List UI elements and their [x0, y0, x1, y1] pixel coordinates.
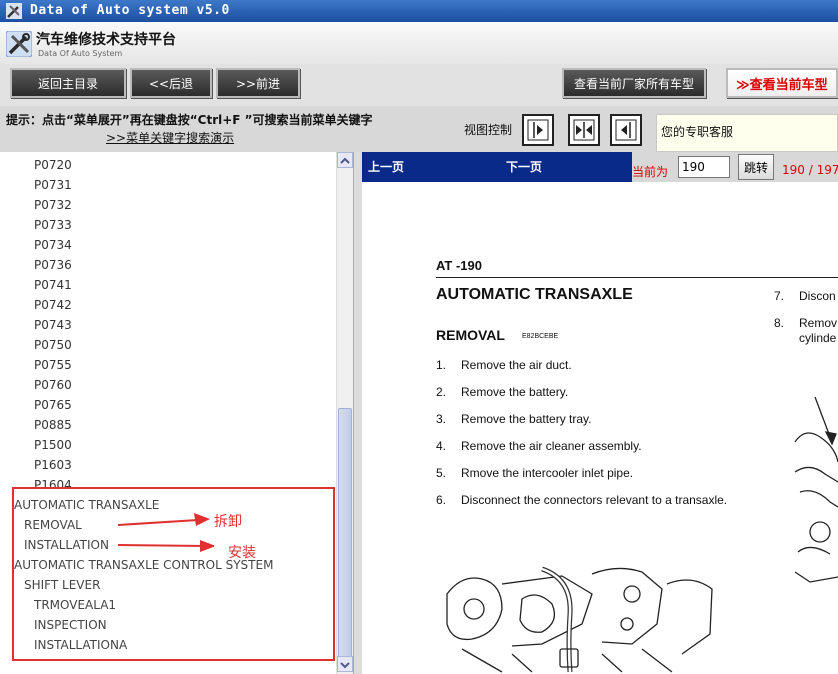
page-nav-bar: 上一页 下一页 当前为 跳转 190 / 197: [362, 152, 838, 182]
expand-left-button[interactable]: [610, 114, 642, 146]
step-text: Remove the air duct.: [461, 358, 572, 372]
tree-item-code[interactable]: P0731: [34, 178, 72, 192]
hint-text: 提示：点击“菜单展开”再在键盘按“Ctrl+F ”可搜索当前菜单关键字: [6, 113, 373, 127]
arrow-left-icon: [615, 119, 637, 141]
tree-item-code[interactable]: P0755: [34, 358, 72, 372]
current-page-label: 当前为: [632, 165, 669, 179]
menu-tree-panel: P0720 P0731 P0732 P0733 P0734 P0736 P074…: [0, 152, 354, 674]
tree-scrollbar[interactable]: [336, 152, 353, 674]
window-title: Data of Auto system v5.0: [30, 3, 230, 18]
back-button[interactable]: <<后退: [130, 68, 212, 98]
expand-right-button[interactable]: [522, 114, 554, 146]
home-button[interactable]: 返回主目录: [10, 68, 126, 98]
step-text: Remove the air cleaner assembly.: [461, 439, 642, 453]
step-number: 4.: [436, 439, 447, 453]
step-text: Remove the battery.: [461, 385, 569, 399]
step-number: 1.: [436, 358, 447, 372]
step-text: Remove the battery tray.: [461, 412, 592, 426]
app-header: 汽车维修技术支持平台 Data Of Auto System: [0, 22, 838, 65]
tree-item-code[interactable]: P0743: [34, 318, 72, 332]
doc-page-header: AT -190: [436, 258, 482, 273]
all-models-button[interactable]: 查看当前厂家所有车型: [562, 68, 706, 98]
scroll-up-arrow[interactable]: [337, 152, 353, 168]
step-number: 8.: [774, 316, 785, 330]
tree-item-code[interactable]: P1603: [34, 458, 72, 472]
scroll-down-arrow[interactable]: [337, 656, 353, 672]
toolbar: 返回主目录 <<后退 >>前进 查看当前厂家所有车型 ≫查看当前车型: [0, 64, 838, 107]
forward-button[interactable]: >>前进: [216, 68, 300, 98]
step-number: 6.: [436, 493, 447, 507]
page-number-input[interactable]: [678, 156, 730, 178]
app-name: 汽车维修技术支持平台: [36, 32, 176, 48]
tree-item-code[interactable]: P0734: [34, 238, 72, 252]
step-number: 3.: [436, 412, 447, 426]
next-page-link[interactable]: 下一页: [506, 158, 542, 175]
tree-item-code[interactable]: P0741: [34, 278, 72, 292]
annotation-arrows: [118, 513, 214, 552]
tree-item-code[interactable]: P0885: [34, 418, 72, 432]
chevron-up-icon: [340, 157, 350, 164]
panel-splitter[interactable]: [354, 152, 362, 674]
step-number: 5.: [436, 466, 447, 480]
tree-item-code[interactable]: P0742: [34, 298, 72, 312]
tree-item-code[interactable]: P0720: [34, 158, 72, 172]
step-number: 7.: [774, 289, 785, 303]
page-control: 当前为 跳转 190 / 197: [632, 152, 838, 182]
document-viewer: AT -190 AUTOMATIC TRANSAXLE REMOVAL E82B…: [362, 182, 838, 674]
tools-logo-icon: [6, 31, 32, 57]
doc-section-code: E82BCEBE: [522, 333, 559, 340]
tree-item-code[interactable]: P0750: [34, 338, 72, 352]
support-box: 您的专职客服: [656, 114, 838, 152]
jump-button[interactable]: 跳转: [738, 154, 774, 180]
prev-page-link[interactable]: 上一页: [368, 158, 404, 175]
right-illustration: [794, 396, 838, 583]
scroll-thumb[interactable]: [338, 408, 352, 658]
doc-section-title: REMOVAL: [436, 327, 505, 343]
split-view-button[interactable]: [568, 114, 600, 146]
step-text: cylinde: [799, 331, 837, 345]
view-control-label: 视图控制: [464, 123, 513, 137]
step-text: Rmove the intercooler inlet pipe.: [461, 466, 634, 480]
current-model-button[interactable]: ≫查看当前车型: [726, 68, 838, 98]
app-subtitle: Data Of Auto System: [38, 49, 123, 58]
support-text: 您的专职客服: [661, 125, 734, 139]
tree-item-code[interactable]: P1500: [34, 438, 72, 452]
title-bar: Data of Auto system v5.0: [0, 0, 838, 22]
step-text: Disconnect the connectors relevant to a …: [461, 493, 728, 507]
tree-item-code[interactable]: P0732: [34, 198, 72, 212]
doc-title: AUTOMATIC TRANSAXLE: [436, 286, 633, 303]
tree-item-code[interactable]: P0733: [34, 218, 72, 232]
step-text: Discon: [799, 289, 836, 303]
chevron-down-icon: [340, 662, 350, 669]
app-icon: [6, 3, 22, 19]
annotation-installation: 安装: [228, 545, 256, 561]
arrow-right-icon: [527, 119, 549, 141]
step-text: Remov: [799, 316, 838, 330]
tree-item-code[interactable]: P0765: [34, 398, 72, 412]
engine-illustration: [446, 566, 713, 673]
tree-item-code[interactable]: P0760: [34, 378, 72, 392]
header-rule: [436, 277, 838, 278]
annotation-removal: 拆卸: [214, 514, 242, 530]
hint-bar: 提示：点击“菜单展开”再在键盘按“Ctrl+F ”可搜索当前菜单关键字 >>菜单…: [0, 106, 838, 152]
step-number: 2.: [436, 385, 447, 399]
page-count: 190 / 197: [782, 163, 838, 177]
split-arrows-icon: [573, 119, 595, 141]
search-demo-link[interactable]: >>菜单关键字搜索演示: [106, 129, 234, 146]
tree-item-code[interactable]: P0736: [34, 258, 72, 272]
